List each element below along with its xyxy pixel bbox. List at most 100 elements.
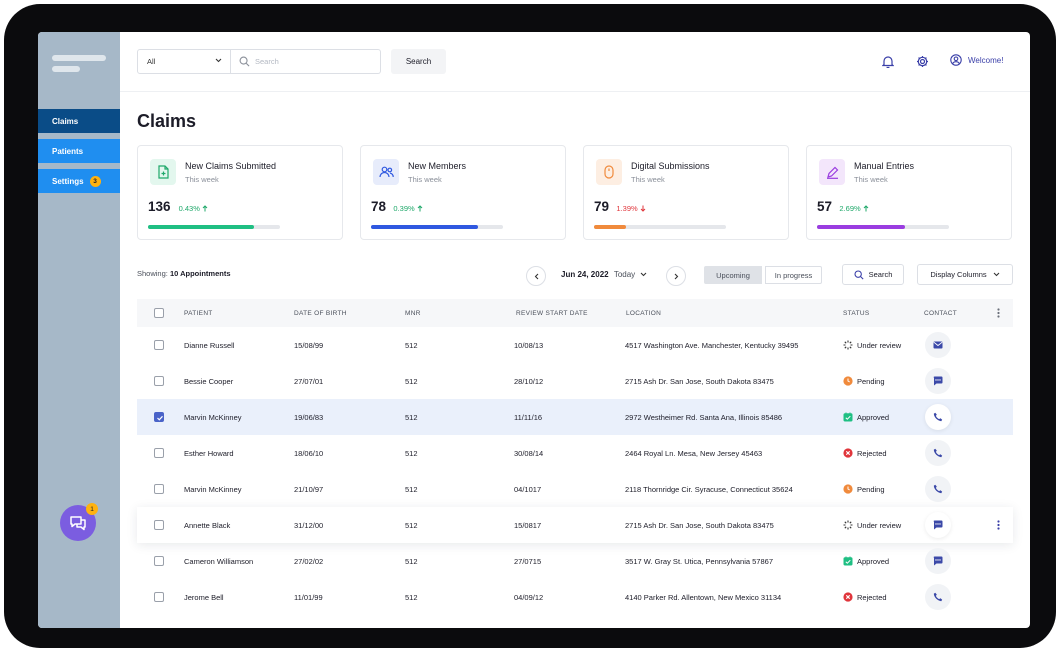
cell-review-start: 04/1017	[514, 485, 542, 494]
table-row[interactable]: Marvin McKinney 19/06/83 512 11/11/16 2972 W…	[137, 399, 1013, 435]
chevron-left-icon	[534, 273, 538, 279]
cell-location: 2715 Ash Dr. San Jose, South Dakota 8347…	[625, 521, 774, 530]
chat-icon	[933, 376, 943, 386]
stat-card: New Members This week 78 0.39%	[360, 145, 566, 240]
status-label: Under review	[857, 520, 902, 530]
gear-icon[interactable]	[916, 55, 929, 68]
cell-location: 2972 Westheimer Rd. Santa Ana, Illinois …	[625, 413, 783, 422]
cell-review-start: 15/0817	[514, 521, 542, 530]
stat-card: New Claims Submitted This week 136 0.43%	[137, 145, 343, 240]
header-contact[interactable]: CONTACT	[924, 310, 957, 317]
table-search-button[interactable]: Search	[842, 264, 904, 285]
row-checkbox[interactable]	[154, 592, 164, 602]
arrow-up-icon	[417, 205, 423, 212]
settings-badge: 3	[89, 175, 101, 187]
stat-card: Digital Submissions This week 79 1.39%	[583, 145, 789, 240]
chat-button[interactable]: 1	[60, 503, 98, 541]
user-menu[interactable]: Welcome!	[950, 54, 1003, 66]
card-progress-fill	[371, 225, 478, 229]
mail-icon	[933, 341, 943, 349]
search-button[interactable]: Search	[391, 49, 446, 74]
user-circle-icon	[950, 54, 962, 66]
chevron-down-icon	[641, 272, 647, 277]
chat-icon	[933, 520, 943, 530]
table-row[interactable]: Marvin McKinney 21/10/97 512 04/1017 2118 Th…	[137, 471, 1013, 507]
contact-button[interactable]	[925, 548, 951, 574]
arrow-down-icon	[640, 205, 646, 212]
row-checkbox[interactable]	[154, 484, 164, 494]
prev-date-button[interactable]	[526, 266, 546, 286]
contact-button[interactable]	[925, 440, 951, 466]
status-badge: Approved	[843, 412, 889, 422]
cell-mnr: 512	[405, 521, 418, 530]
card-change: 0.43%	[179, 204, 208, 213]
contact-button[interactable]	[925, 512, 951, 538]
chat-icon	[933, 556, 943, 566]
select-all-checkbox[interactable]	[154, 308, 164, 318]
search-label: Search	[868, 270, 893, 279]
next-date-button[interactable]	[666, 266, 686, 286]
cell-dob: 27/07/01	[294, 377, 324, 386]
table-row[interactable]: Bessie Cooper 27/07/01 512 28/10/12 2715 Ash…	[137, 363, 1013, 399]
card-subtitle: This week	[631, 175, 665, 184]
header-dob[interactable]: DATE OF BIRTH	[294, 310, 347, 317]
card-change: 0.39%	[393, 204, 423, 213]
more-vertical-icon[interactable]	[997, 308, 1000, 318]
contact-button[interactable]	[925, 404, 951, 430]
more-vertical-icon[interactable]	[997, 520, 1000, 530]
display-columns-label: Display Columns	[930, 270, 987, 279]
table-row[interactable]: Annette Black 31/12/00 512 15/0817 2715 Ash …	[137, 507, 1013, 543]
card-subtitle: This week	[854, 175, 888, 184]
date-picker[interactable]: Jun 24, 2022 Today	[561, 270, 647, 279]
cell-patient: Jerome Bell	[184, 593, 224, 602]
phone-icon	[933, 592, 943, 602]
contact-button[interactable]	[925, 368, 951, 394]
table-row[interactable]: Esther Howard 18/06/10 512 30/08/14 2464 Roy…	[137, 435, 1013, 471]
row-checkbox[interactable]	[154, 376, 164, 386]
header-location[interactable]: LOCATION	[626, 310, 661, 317]
device-frame: Claims Patients Settings 3 1 All Search …	[4, 4, 1056, 648]
table-header: PATIENT DATE OF BIRTH MNR REVIEW START D…	[137, 299, 1013, 327]
row-checkbox[interactable]	[154, 448, 164, 458]
chat-badge: 1	[86, 503, 98, 515]
table-row[interactable]: Jerome Bell 11/01/99 512 04/09/12 4140 Parke…	[137, 579, 1013, 615]
card-progress-fill	[148, 225, 254, 229]
sidebar-item-patients[interactable]: Patients	[38, 139, 120, 163]
search-icon	[239, 56, 250, 67]
cell-mnr: 512	[405, 449, 418, 458]
mouse-icon	[596, 159, 622, 185]
header-status[interactable]: STATUS	[843, 310, 869, 317]
row-checkbox[interactable]	[154, 340, 164, 350]
showing-label: Showing:	[137, 269, 168, 278]
status-label: Rejected	[857, 592, 887, 602]
display-columns-button[interactable]: Display Columns	[917, 264, 1013, 285]
tab-in-progress[interactable]: In progress	[765, 266, 822, 284]
filter-select[interactable]: All	[137, 49, 231, 74]
header-mnr[interactable]: MNR	[405, 310, 421, 317]
contact-button[interactable]	[925, 584, 951, 610]
search-input[interactable]	[255, 57, 365, 66]
bell-icon[interactable]	[882, 55, 894, 68]
table-row[interactable]: Dianne Russell 15/08/99 512 10/08/13 4517 Wa…	[137, 327, 1013, 363]
sidebar-item-claims[interactable]: Claims	[38, 109, 120, 133]
status-label: Pending	[857, 376, 885, 386]
cell-dob: 19/06/83	[294, 413, 324, 422]
header-review-start[interactable]: REVIEW START DATE	[516, 310, 588, 317]
contact-button[interactable]	[925, 476, 951, 502]
cell-dob: 15/08/99	[294, 341, 324, 350]
sidebar-item-settings[interactable]: Settings 3	[38, 169, 120, 193]
cell-mnr: 512	[405, 341, 418, 350]
row-checkbox[interactable]	[154, 556, 164, 566]
tab-upcoming[interactable]: Upcoming	[704, 266, 762, 284]
row-checkbox[interactable]	[154, 520, 164, 530]
status-badge: Rejected	[843, 448, 887, 458]
row-checkbox[interactable]	[154, 412, 164, 422]
table-row[interactable]: Cameron Williamson 27/02/02 512 27/0715 3517…	[137, 543, 1013, 579]
header-patient[interactable]: PATIENT	[184, 310, 213, 317]
main-content: All Search Welcome! Claims New Claims Su…	[120, 32, 1030, 628]
welcome-text: Welcome!	[968, 55, 1004, 65]
status-label: Rejected	[857, 448, 887, 458]
x-circle-icon	[843, 448, 853, 458]
contact-button[interactable]	[925, 332, 951, 358]
users-icon	[373, 159, 399, 185]
